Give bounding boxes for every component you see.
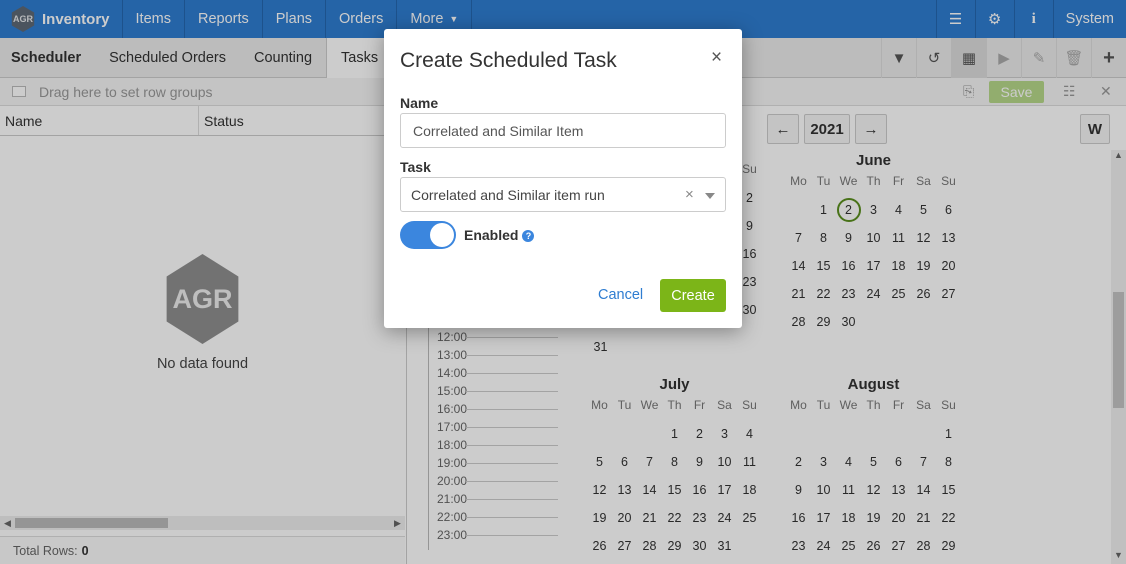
name-input[interactable]	[400, 113, 726, 148]
help-icon[interactable]: ?	[522, 230, 535, 242]
create-button[interactable]: Create	[660, 279, 726, 312]
create-task-dialog: Create Scheduled Task × Name Task Correl…	[384, 29, 742, 328]
toggle-knob	[430, 223, 454, 247]
task-select-value: Correlated and Similar item run	[411, 186, 605, 203]
task-select[interactable]: Correlated and Similar item run ×	[400, 177, 726, 212]
enabled-label: Enabled?	[464, 227, 535, 243]
task-label: Task	[400, 159, 431, 175]
cancel-button[interactable]: Cancel	[598, 287, 643, 303]
chevron-down-icon[interactable]	[705, 193, 715, 199]
name-label: Name	[400, 95, 439, 111]
close-icon[interactable]: ×	[711, 47, 722, 69]
enabled-toggle[interactable]	[400, 221, 456, 249]
enabled-text: Enabled	[464, 227, 519, 243]
dialog-title: Create Scheduled Task	[400, 49, 617, 72]
clear-icon[interactable]: ×	[685, 186, 694, 203]
